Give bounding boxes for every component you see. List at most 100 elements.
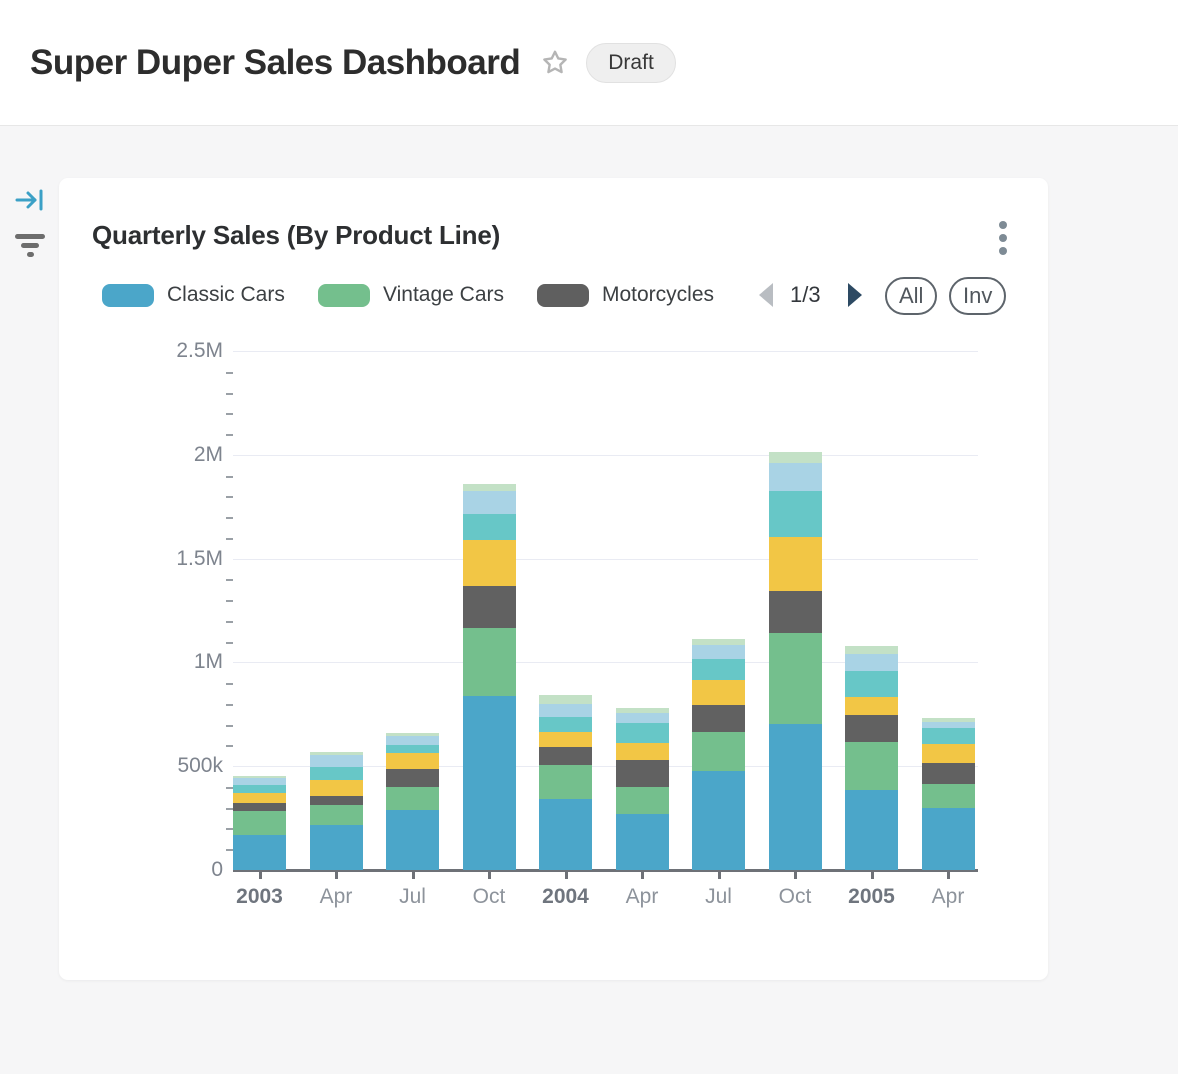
bar-segment[interactable] [616,723,669,743]
bar-segment[interactable] [616,787,669,814]
bar-segment[interactable] [769,633,822,724]
y-axis-minor-tick [226,683,233,685]
bar-segment[interactable] [922,808,975,870]
x-axis-tick [871,870,874,879]
bar-segment[interactable] [616,713,669,723]
bar-segment[interactable] [692,659,745,680]
x-axis-tick [488,870,491,879]
bar-segment[interactable] [463,491,516,514]
bar-segment[interactable] [845,646,898,653]
bar-segment[interactable] [692,705,745,732]
bar-segment[interactable] [539,732,592,747]
bar-oct-7[interactable] [769,452,822,870]
bar-segment[interactable] [769,724,822,870]
bar-segment[interactable] [310,780,363,797]
filter-button[interactable] [0,222,59,266]
page-title: Super Duper Sales Dashboard [30,43,520,83]
bar-segment[interactable] [386,787,439,810]
bar-apr-9[interactable] [922,718,975,870]
y-gridline [233,559,978,560]
favorite-star-button[interactable] [538,46,572,80]
bar-segment[interactable] [692,771,745,870]
x-axis-tick [947,870,950,879]
x-axis-tick [641,870,644,879]
bar-segment[interactable] [463,696,516,870]
bar-segment[interactable] [310,767,363,780]
y-axis-minor-tick [226,808,233,810]
bar-segment[interactable] [539,747,592,765]
bar-2003-0[interactable] [233,776,286,870]
bar-segment[interactable] [616,743,669,760]
y-axis-tick-label: 1.5M [133,547,223,571]
bar-segment[interactable] [386,753,439,769]
bar-segment[interactable] [845,742,898,790]
bar-2005-8[interactable] [845,646,898,870]
y-gridline [233,351,978,352]
bar-segment[interactable] [922,763,975,784]
arrow-to-bar-icon [15,187,45,213]
bar-segment[interactable] [539,704,592,717]
y-axis-minor-tick [226,496,233,498]
bar-segment[interactable] [922,722,975,729]
bar-apr-1[interactable] [310,752,363,870]
bar-segment[interactable] [310,796,363,805]
x-axis-tick [412,870,415,879]
bar-segment[interactable] [692,645,745,659]
bar-segment[interactable] [463,586,516,629]
bar-segment[interactable] [463,540,516,585]
stacked-bar-chart: 0500k1M1.5M2M2.5M2003AprJulOct2004AprJul… [59,178,1048,980]
bar-segment[interactable] [769,463,822,491]
bar-segment[interactable] [769,591,822,633]
bar-segment[interactable] [310,825,363,870]
bar-segment[interactable] [233,793,286,803]
bar-jul-2[interactable] [386,733,439,870]
bar-segment[interactable] [922,784,975,808]
y-axis-tick-label: 1M [133,650,223,674]
x-axis-tick [335,870,338,879]
status-badge: Draft [586,43,676,83]
bar-segment[interactable] [616,760,669,787]
y-axis-tick-label: 2M [133,443,223,467]
y-axis-minor-tick [226,517,233,519]
filter-lines-icon [14,230,46,258]
bar-segment[interactable] [692,732,745,772]
bar-segment[interactable] [922,744,975,763]
collapse-panel-button[interactable] [0,178,59,222]
bar-segment[interactable] [539,765,592,798]
bar-segment[interactable] [386,736,439,745]
bar-jul-6[interactable] [692,639,745,870]
y-axis-tick-label: 0 [133,858,223,882]
bar-segment[interactable] [386,769,439,787]
bar-segment[interactable] [463,628,516,696]
bar-segment[interactable] [539,695,592,704]
bar-oct-3[interactable] [463,484,516,870]
bar-segment[interactable] [539,717,592,732]
bar-segment[interactable] [769,491,822,538]
bar-segment[interactable] [233,835,286,870]
bar-segment[interactable] [386,810,439,870]
bar-segment[interactable] [310,805,363,825]
bar-segment[interactable] [233,803,286,811]
bar-apr-5[interactable] [616,708,669,870]
bar-segment[interactable] [845,654,898,671]
bar-segment[interactable] [463,484,516,491]
bar-segment[interactable] [233,785,286,793]
bar-2004-4[interactable] [539,695,592,870]
bar-segment[interactable] [769,537,822,590]
y-axis-minor-tick [226,413,233,415]
bar-segment[interactable] [769,452,822,464]
bar-segment[interactable] [233,778,286,785]
y-axis-minor-tick [226,828,233,830]
bar-segment[interactable] [386,745,439,753]
bar-segment[interactable] [845,715,898,742]
bar-segment[interactable] [539,799,592,870]
bar-segment[interactable] [463,514,516,541]
bar-segment[interactable] [845,790,898,870]
bar-segment[interactable] [616,814,669,870]
bar-segment[interactable] [845,671,898,697]
bar-segment[interactable] [922,728,975,744]
bar-segment[interactable] [233,811,286,835]
bar-segment[interactable] [845,697,898,715]
bar-segment[interactable] [310,755,363,767]
bar-segment[interactable] [692,680,745,705]
